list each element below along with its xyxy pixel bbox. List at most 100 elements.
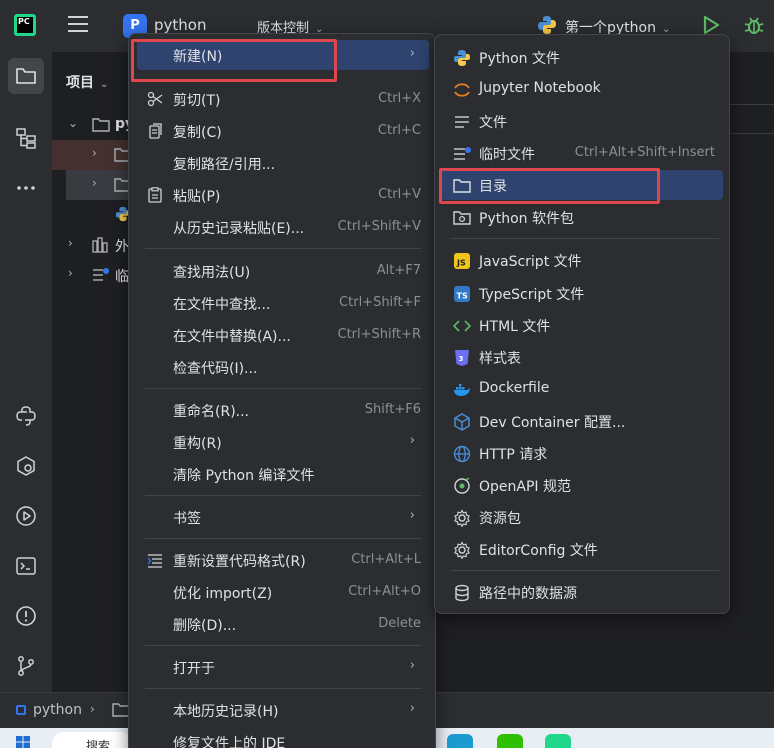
html-icon — [453, 320, 471, 332]
menu-separator — [145, 645, 421, 646]
menu-item-repair-ide[interactable]: 修复文件上的 IDE — [137, 727, 429, 748]
submenu-item-scratch-file[interactable]: 临时文件 Ctrl+Alt+Shift+Insert — [441, 138, 723, 168]
menu-separator — [145, 688, 421, 689]
chevron-right-icon[interactable]: › — [92, 176, 97, 190]
menu-item-optimize-imports[interactable]: 优化 import(Z) Ctrl+Alt+O — [137, 577, 429, 607]
services-icon — [17, 456, 35, 476]
menu-separator — [145, 388, 421, 389]
windows-logo-icon[interactable] — [16, 736, 30, 748]
taskbar-search-label: 搜索 — [86, 739, 111, 748]
typescript-icon: TS — [454, 286, 470, 302]
python-packages-button[interactable] — [8, 398, 44, 434]
reformat-icon — [147, 554, 162, 568]
chevron-right-icon: › — [409, 46, 415, 61]
chevron-right-icon: › — [409, 433, 415, 448]
submenu-item-javascript[interactable]: JS JavaScript 文件 — [441, 245, 723, 275]
submenu-separator — [451, 570, 719, 571]
project-name[interactable]: python — [154, 16, 206, 34]
gear-icon — [454, 509, 470, 527]
menu-item-clean-python[interactable]: 清除 Python 编译文件 — [137, 459, 429, 489]
problems-button[interactable] — [8, 598, 44, 634]
javascript-icon: JS — [454, 253, 470, 269]
clipboard-icon — [148, 187, 162, 203]
database-icon — [455, 584, 469, 602]
edge-browser-icon[interactable] — [447, 734, 473, 748]
context-menu: 新建(N) › 剪切(T) Ctrl+X 复制(C) Ctrl+C 复制路径/引… — [128, 33, 436, 748]
chevron-right-icon[interactable]: › — [68, 266, 73, 280]
menu-item-reformat[interactable]: 重新设置代码格式(R) Ctrl+Alt+L — [137, 545, 429, 575]
menu-item-find-usages[interactable]: 查找用法(U) Alt+F7 — [137, 256, 429, 286]
copy-icon — [149, 123, 162, 139]
annotation-box-directory — [439, 168, 660, 204]
submenu-item-typescript[interactable]: TS TypeScript 文件 — [441, 278, 723, 308]
chevron-right-icon: › — [409, 701, 415, 716]
run-tool-button[interactable] — [8, 498, 44, 534]
chevron-right-icon: › — [409, 508, 415, 523]
wechat-icon[interactable] — [497, 734, 523, 748]
menu-item-rename[interactable]: 重命名(R)... Shift+F6 — [137, 395, 429, 425]
package-icon — [453, 211, 471, 225]
structure-tool-button[interactable] — [8, 120, 44, 156]
submenu-item-resource-bundle[interactable]: 资源包 — [441, 502, 723, 532]
chevron-down-icon[interactable]: ⌄ — [68, 116, 78, 130]
scratch-file-icon — [454, 147, 471, 160]
python-console-icon — [16, 406, 36, 426]
docker-icon — [454, 384, 470, 396]
more-icon — [17, 186, 35, 190]
submenu-item-html[interactable]: HTML 文件 — [441, 310, 723, 340]
submenu-item-openapi[interactable]: OpenAPI 规范 — [441, 470, 723, 500]
chevron-right-icon[interactable]: › — [68, 236, 73, 250]
folder-icon — [16, 68, 36, 84]
breadcrumb-project[interactable]: python — [33, 702, 82, 718]
tool-window-bar — [0, 52, 52, 692]
panel-title[interactable]: 项目 ⌄ — [66, 72, 108, 92]
menu-item-cut[interactable]: 剪切(T) Ctrl+X — [137, 84, 429, 114]
more-tools-button[interactable] — [8, 170, 44, 206]
submenu-item-stylesheet[interactable]: 3 样式表 — [441, 342, 723, 372]
submenu-item-data-source[interactable]: 路径中的数据源 — [441, 577, 723, 607]
menu-item-bookmarks[interactable]: 书签 › — [137, 502, 429, 532]
chevron-right-icon[interactable]: › — [92, 146, 97, 160]
submenu-item-python-package[interactable]: Python 软件包 — [441, 202, 723, 232]
debug-icon[interactable] — [742, 13, 766, 37]
python-icon — [454, 50, 470, 66]
gear-icon — [454, 541, 470, 559]
menu-item-inspect-code[interactable]: 检查代码(I)... — [137, 352, 429, 382]
menu-item-copy[interactable]: 复制(C) Ctrl+C — [137, 116, 429, 146]
git-button[interactable] — [8, 648, 44, 684]
project-tool-button[interactable] — [8, 58, 44, 94]
menu-item-find-in-files[interactable]: 在文件中查找... Ctrl+Shift+F — [137, 288, 429, 318]
submenu-item-dev-container[interactable]: Dev Container 配置... — [441, 406, 723, 436]
menu-item-paste[interactable]: 粘贴(P) Ctrl+V — [137, 180, 429, 210]
tree-row-folder-selected[interactable]: › — [66, 170, 136, 200]
submenu-item-editorconfig[interactable]: EditorConfig 文件 — [441, 534, 723, 564]
annotation-box-new — [131, 39, 337, 82]
menu-item-delete[interactable]: 删除(D)... Delete — [137, 609, 429, 639]
terminal-button[interactable] — [8, 548, 44, 584]
svg-text:TS: TS — [457, 292, 468, 301]
services-button[interactable] — [8, 448, 44, 484]
project-square-icon — [16, 705, 26, 715]
run-circle-icon — [16, 506, 36, 526]
submenu-item-jupyter[interactable]: Jupyter Notebook — [441, 74, 723, 104]
menu-item-paste-history[interactable]: 从历史记录粘贴(E)... Ctrl+Shift+V — [137, 212, 429, 242]
submenu-item-python-file[interactable]: Python 文件 — [441, 42, 723, 72]
submenu-item-dockerfile[interactable]: Dockerfile — [441, 374, 723, 404]
main-menu-icon[interactable] — [68, 16, 88, 32]
scratches-icon — [93, 268, 109, 281]
tree-item-label: 外 — [115, 239, 129, 255]
submenu-item-file[interactable]: 文件 — [441, 106, 723, 136]
chevron-right-icon: › — [90, 702, 95, 716]
submenu-item-http-request[interactable]: HTTP 请求 — [441, 438, 723, 468]
menu-item-copy-path[interactable]: 复制路径/引用... — [137, 148, 429, 178]
python-icon — [538, 16, 556, 34]
pycharm-taskbar-icon[interactable] — [545, 734, 571, 748]
tree-item-label: 临 — [115, 269, 129, 285]
structure-icon — [16, 128, 36, 149]
menu-item-replace-in-files[interactable]: 在文件中替换(A)... Ctrl+Shift+R — [137, 320, 429, 350]
menu-item-open-in[interactable]: 打开于 › — [137, 652, 429, 682]
terminal-icon — [16, 557, 36, 575]
menu-item-local-history[interactable]: 本地历史记录(H) › — [137, 695, 429, 725]
menu-separator — [145, 538, 421, 539]
menu-item-refactor[interactable]: 重构(R) › — [137, 427, 429, 457]
